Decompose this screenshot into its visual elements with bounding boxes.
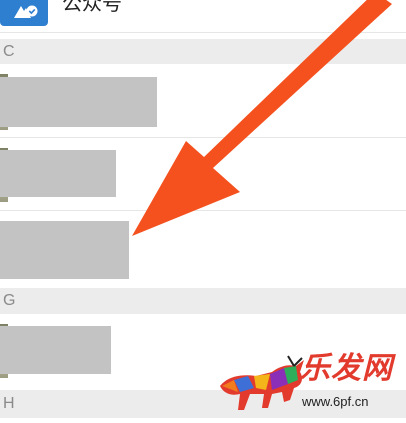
redacted-contact-name <box>0 150 116 197</box>
bull-logo-icon <box>220 355 304 410</box>
contact-row[interactable] <box>0 64 406 137</box>
site-watermark: 乐发网 www.6pf.cn <box>214 352 406 423</box>
redacted-contact-name <box>0 326 111 374</box>
watermark-url: www.6pf.cn <box>302 394 369 409</box>
contact-row[interactable] <box>0 211 406 288</box>
section-header-c: C <box>0 39 406 64</box>
official-accounts-row[interactable]: 公众号 <box>0 0 406 33</box>
contacts-screen: 公众号 C G H 乐发网 www.6pf.cn <box>0 0 406 423</box>
contact-row[interactable] <box>0 138 406 210</box>
redacted-contact-name <box>0 221 129 279</box>
official-accounts-label: 公众号 <box>62 0 122 15</box>
section-header-g: G <box>0 288 406 314</box>
watermark-title: 乐发网 <box>300 351 393 386</box>
public-account-icon <box>0 0 48 26</box>
redacted-contact-name <box>0 77 157 127</box>
